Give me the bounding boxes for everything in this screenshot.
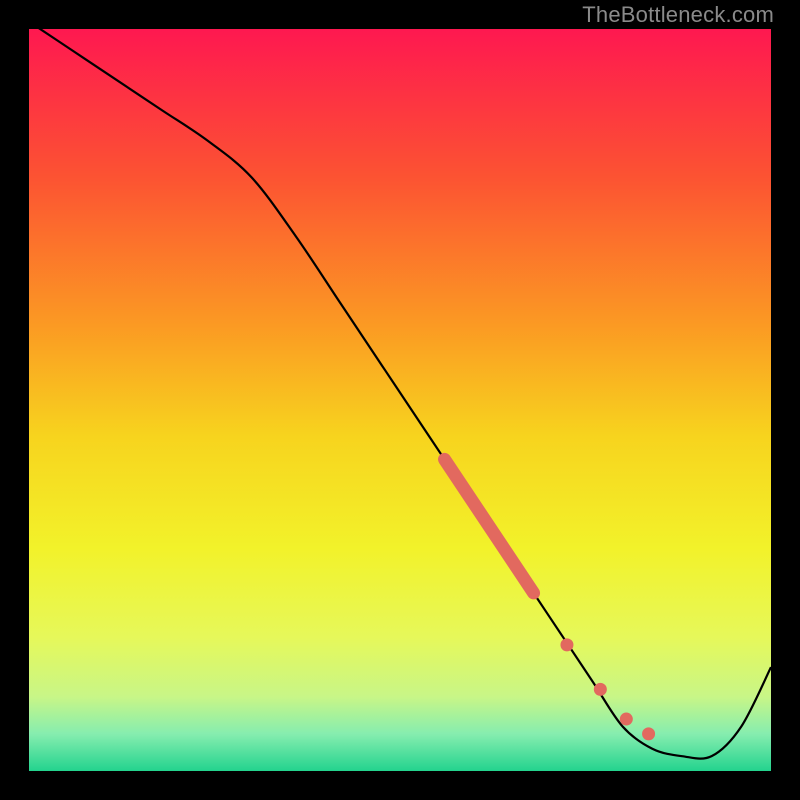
highlight-point <box>642 727 655 740</box>
chart-frame: TheBottleneck.com <box>0 0 800 800</box>
watermark-label: TheBottleneck.com <box>582 2 774 28</box>
highlight-point <box>560 638 573 651</box>
highlight-point <box>594 683 607 696</box>
chart-background <box>29 29 771 771</box>
highlight-point <box>620 713 633 726</box>
chart-svg <box>29 29 771 771</box>
chart-plot-area <box>29 29 771 771</box>
